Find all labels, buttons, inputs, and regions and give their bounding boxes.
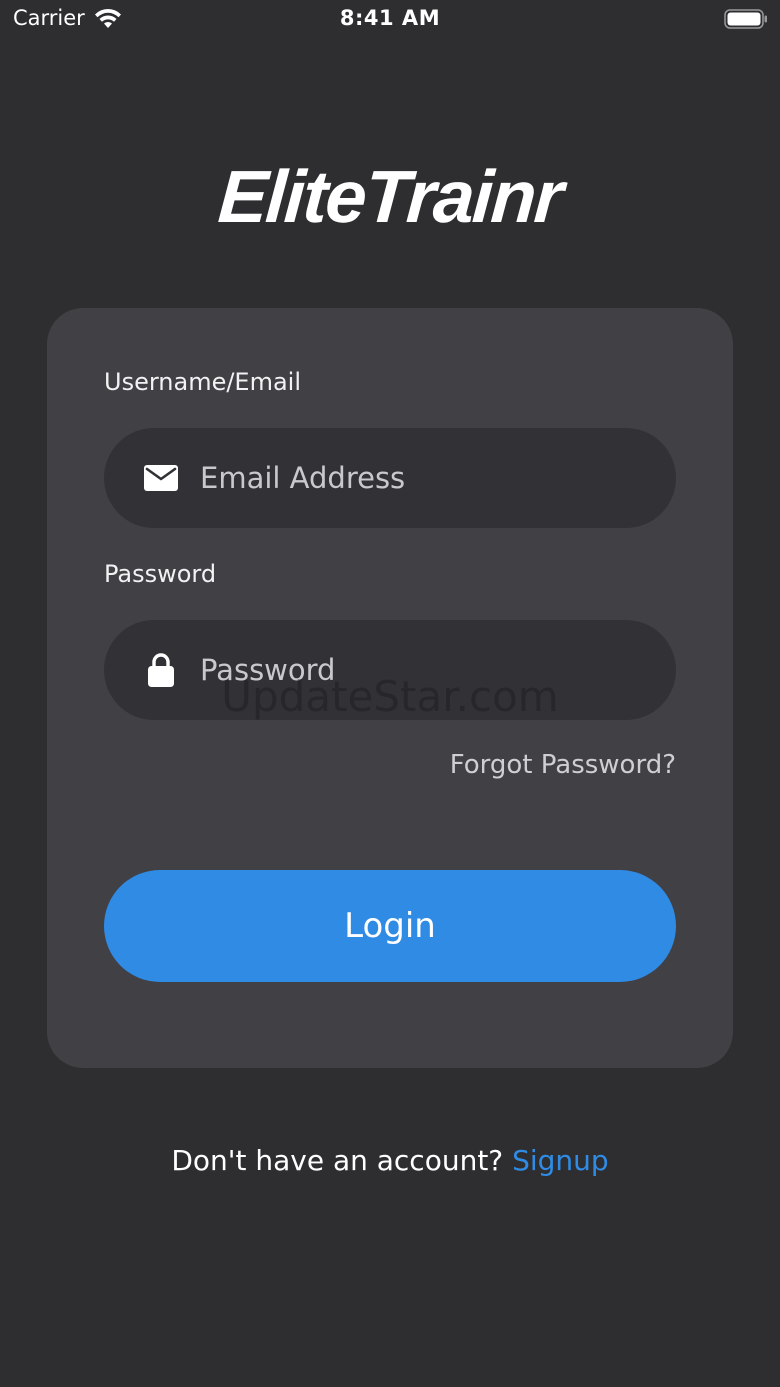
forgot-password-link[interactable]: Forgot Password? <box>450 750 676 780</box>
status-bar: Carrier 8:41 AM <box>0 0 780 40</box>
password-label: Password <box>104 560 217 588</box>
login-card: Username/Email Password Forgot Password?… <box>47 308 733 1068</box>
login-button[interactable]: Login <box>104 870 676 982</box>
lock-icon <box>144 653 178 687</box>
battery-icon <box>724 9 768 29</box>
email-field-container[interactable] <box>104 428 676 528</box>
app-logo: EliteTrainr <box>215 155 565 238</box>
username-label: Username/Email <box>104 368 302 396</box>
email-field[interactable] <box>198 460 642 496</box>
signup-link[interactable]: Signup <box>512 1144 609 1177</box>
password-field-container[interactable] <box>104 620 676 720</box>
signup-prompt: Don't have an account? <box>171 1144 513 1177</box>
signup-prompt-row: Don't have an account? Signup <box>0 1144 780 1177</box>
password-field[interactable] <box>198 652 642 688</box>
status-time: 8:41 AM <box>339 6 441 30</box>
envelope-icon <box>144 461 178 495</box>
